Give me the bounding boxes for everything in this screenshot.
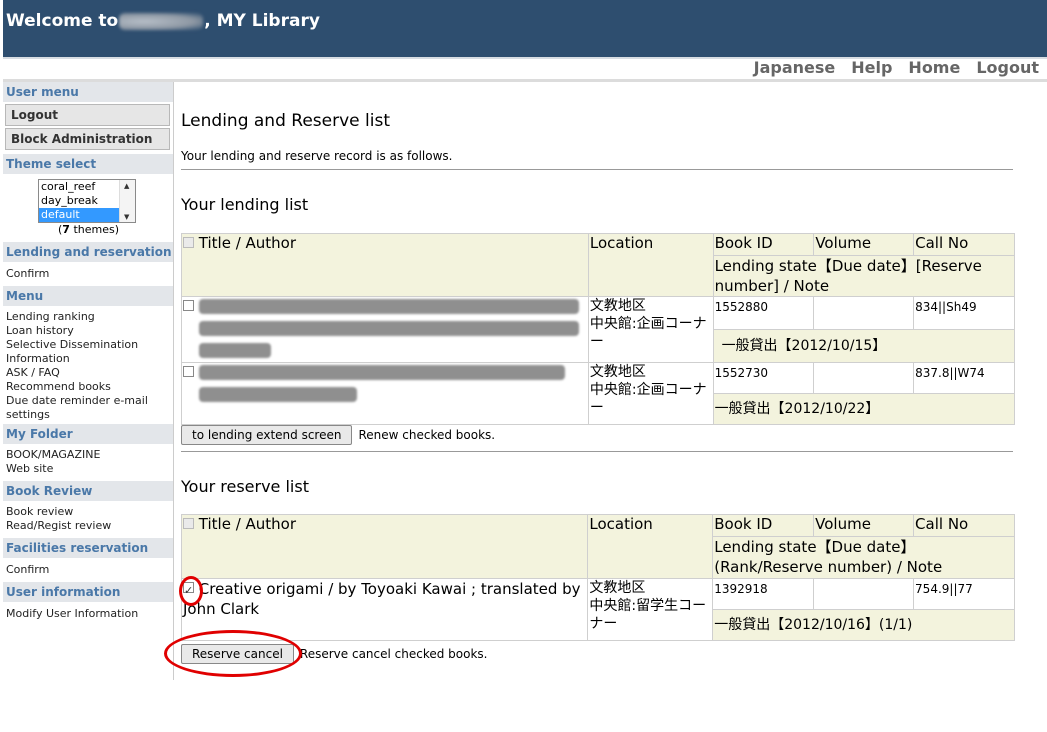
sidebar-item-web-site[interactable]: Web site [3,462,173,476]
sidebar-item-book-review[interactable]: Book review [3,505,173,519]
row-callno: 754.9||77 [913,578,1015,610]
row-bookid: 1392918 [712,578,815,610]
row-location: 文教地区 中央館:企画コーナー [587,362,714,425]
page-header: Welcome to , MY Library [3,0,1047,57]
cancel-hint: Reserve cancel checked books. [299,647,488,661]
sidebar-heading-my-folder: My Folder [3,424,173,444]
sidebar-border [173,82,174,680]
theme-count: (7 themes) [58,223,120,236]
lending-extend-button[interactable]: to lending extend screen [181,425,353,445]
sidebar-heading-lending: Lending and reservation [3,242,173,262]
sidebar-item-sdi[interactable]: Selective Dissemination Information [3,338,173,366]
theme-select-list[interactable]: coral_reef day_break default ▲ ▼ [38,179,136,223]
reserve-table: Title / Author Location Book ID Volume C… [180,514,1015,641]
sidebar-heading-menu: Menu [3,286,173,306]
reserve-header-state: Lending state【Due date】(Rank/Reserve num… [712,536,1015,579]
table-row [181,296,589,363]
sidebar-heading-facilities: Facilities reservation [3,538,173,558]
row-volume [813,296,915,330]
japanese-link[interactable]: Japanese [754,58,836,80]
extend-controls: to lending extend screen Renew checked b… [181,425,495,445]
scroll-down-icon[interactable]: ▼ [124,213,129,221]
row-volume [813,362,915,394]
row-lending-state: 一般貸出【2012/10/22】 [712,393,1016,425]
page-heading: Lending and Reserve list [181,111,390,131]
sidebar-item-book-magazine[interactable]: BOOK/MAGAZINE [3,448,173,462]
sidebar-item-confirm[interactable]: Confirm [3,262,173,281]
row-bookid: 1552730 [712,362,815,394]
intro-text: Your lending and reserve record is as fo… [181,149,453,163]
sidebar-heading-user-info: User information [3,582,173,602]
menu-list: Lending ranking Loan history Selective D… [3,306,173,422]
divider [181,451,1013,452]
extend-hint: Renew checked books. [358,428,496,442]
row-volume [813,578,915,610]
sidebar-block-admin-button[interactable]: Block Administration [5,128,170,150]
row-checkbox[interactable] [183,300,194,311]
lending-header-callno: Call No [913,233,1015,256]
sidebar-logout-button[interactable]: Logout [5,104,170,126]
reserve-header-callno: Call No [913,514,1015,537]
highlight-circle-cancel-button [164,630,302,677]
lending-header-state: Lending state【Due date】[Reserve number] … [712,255,1016,297]
highlight-circle-checkbox [179,576,203,606]
sidebar-item-ask-faq[interactable]: ASK / FAQ [3,366,173,380]
sidebar-heading-user-menu: User menu [3,82,173,102]
reserve-heading: Your reserve list [181,477,309,496]
review-list: Book review Read/Regist review [3,501,173,533]
sidebar-item-loan-history[interactable]: Loan history [3,324,173,338]
sidebar-heading-book-review: Book Review [3,481,173,501]
redacted-library-name [119,12,204,30]
select-all-checkbox[interactable] [183,237,194,248]
lending-table: Title / Author Location Book ID Volume C… [181,233,1016,425]
select-all-checkbox[interactable] [183,518,194,529]
row-checkbox[interactable] [183,366,194,377]
reserve-header-bookid: Book ID [712,514,815,537]
reserve-header-location: Location [587,514,714,579]
row-callno: 837.8||W74 [913,362,1015,394]
reserve-header-title: Title / Author [180,514,589,579]
lending-header-title: Title / Author [181,233,589,297]
reserve-header-volume: Volume [813,514,915,537]
row-location: 文教地区 中央館:企画コーナー [587,296,714,363]
lending-heading: Your lending list [181,195,309,214]
redacted-title [199,363,566,406]
logout-link[interactable]: Logout [976,58,1039,80]
sidebar-item-facilities-confirm[interactable]: Confirm [3,558,173,577]
row-callno: 834||Sh49 [913,296,1015,330]
sidebar-item-lending-ranking[interactable]: Lending ranking [3,310,173,324]
row-lending-state: 一般貸出【2012/10/15】 [712,329,1016,363]
sidebar-heading-theme-select: Theme select [3,154,173,174]
folder-list: BOOK/MAGAZINE Web site [3,444,173,476]
sidebar: User menu Logout Block Administration Th… [3,82,173,680]
sidebar-item-recommend-books[interactable]: Recommend books [3,380,173,394]
theme-option-selected[interactable]: default [39,208,119,222]
table-row [181,362,589,425]
row-lending-state: 一般貸出【2012/10/16】(1/1) [712,609,1015,641]
row-bookid: 1552880 [712,296,815,330]
scroll-up-icon[interactable]: ▲ [124,182,129,190]
lending-header-volume: Volume [813,233,915,256]
help-link[interactable]: Help [851,58,892,80]
page-title: Welcome to , MY Library [6,11,320,31]
lending-header-location: Location [587,233,714,297]
theme-list-scrollbar[interactable]: ▲ ▼ [119,180,135,222]
home-link[interactable]: Home [908,58,960,80]
row-title: Creative origami / by Toyoaki Kawai ; tr… [183,580,581,618]
redacted-title [199,297,580,362]
divider [181,169,1013,170]
sidebar-item-read-regist-review[interactable]: Read/Regist review [3,519,173,533]
sidebar-item-due-date-reminder[interactable]: Due date reminder e-mail settings [3,394,173,422]
top-navigation: Japanese Help Home Logout [754,58,1039,80]
row-location: 文教地区 中央館:留学生コーナー [587,578,714,641]
lending-header-bookid: Book ID [712,233,815,256]
sidebar-item-modify-user[interactable]: Modify User Information [3,602,173,621]
